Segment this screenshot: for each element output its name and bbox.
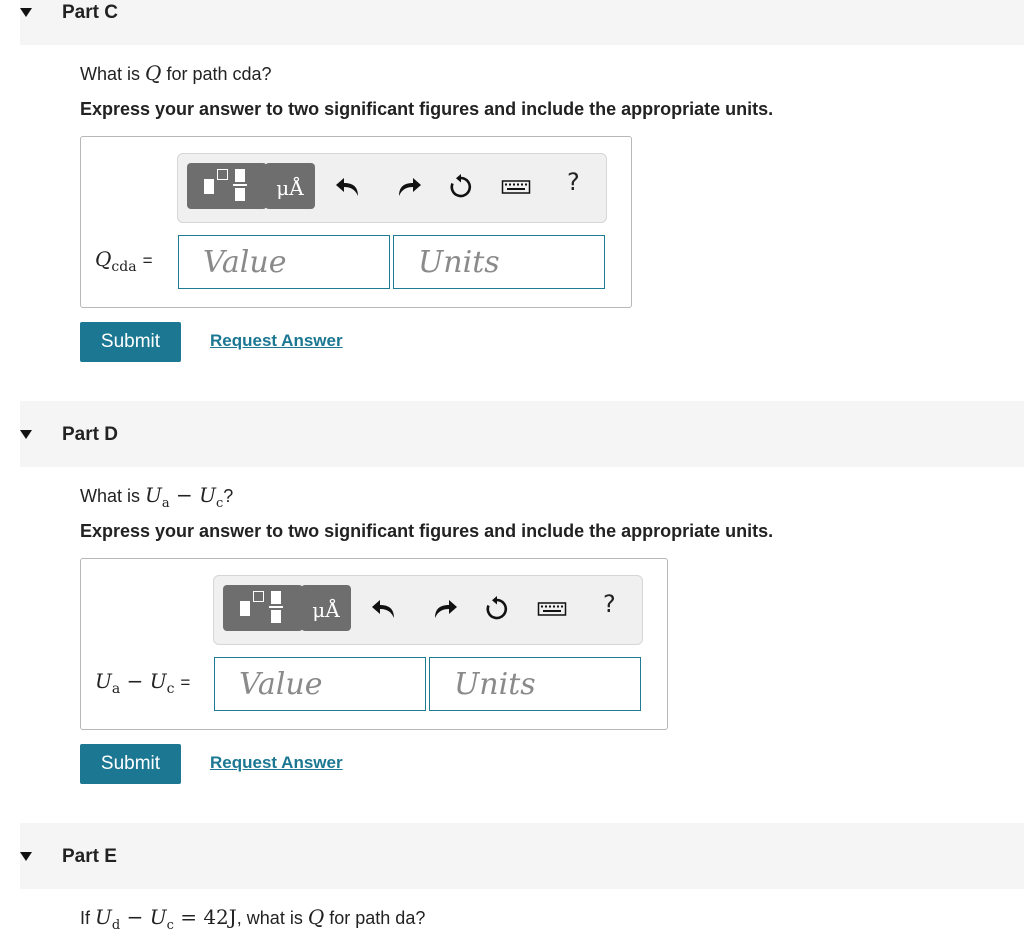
part-d-submit-button[interactable]: Submit (80, 744, 181, 784)
part-c-header[interactable] (20, 0, 1024, 45)
units-button[interactable]: μÅ (301, 585, 351, 631)
part-e-header[interactable] (20, 823, 1024, 889)
triangle-down-icon[interactable] (20, 852, 32, 861)
part-e-title: Part E (62, 846, 117, 867)
part-c-question: What is Q for path cda? (80, 61, 272, 85)
redo-icon[interactable] (393, 174, 423, 200)
part-d-instruction: Express your answer to two significant f… (80, 521, 774, 541)
part-c-variable-label: Qcda = (95, 247, 153, 275)
part-d-variable-label: Ua − Uc = (95, 669, 191, 697)
part-d-title: Part D (62, 424, 118, 445)
part-d-request-answer-link[interactable]: Request Answer (210, 753, 343, 773)
undo-icon[interactable] (370, 596, 400, 622)
units-button[interactable]: μÅ (265, 163, 315, 209)
part-d-value-input[interactable] (214, 657, 426, 711)
part-d-header[interactable] (20, 401, 1024, 467)
fraction-template-icon[interactable] (187, 163, 267, 209)
part-d-toolbar: μÅ ? (213, 575, 643, 645)
part-c-units-input[interactable] (393, 235, 605, 289)
part-c-value-input[interactable] (178, 235, 390, 289)
part-d-answer-box: μÅ ? Ua − Uc = (80, 558, 668, 730)
help-icon[interactable]: ? (567, 168, 580, 196)
redo-icon[interactable] (429, 596, 459, 622)
reset-icon[interactable] (446, 174, 476, 200)
part-c-instruction: Express your answer to two significant f… (80, 99, 774, 119)
keyboard-icon[interactable] (501, 174, 531, 200)
triangle-down-icon[interactable] (20, 430, 32, 439)
reset-icon[interactable] (482, 596, 512, 622)
part-c-toolbar: μÅ ? (177, 153, 607, 223)
undo-icon[interactable] (334, 174, 364, 200)
fraction-template-icon[interactable] (223, 585, 303, 631)
part-c-title: Part C (62, 2, 118, 23)
part-d-question: What is Ua − Uc? (80, 483, 234, 511)
part-c-request-answer-link[interactable]: Request Answer (210, 331, 343, 351)
part-c-submit-button[interactable]: Submit (80, 322, 181, 362)
part-e-question: If Ud − Uc = 42J, what is Q for path da? (80, 905, 426, 933)
help-icon[interactable]: ? (603, 590, 616, 618)
keyboard-icon[interactable] (537, 596, 567, 622)
part-c-answer-box: μÅ ? Qcda = (80, 136, 632, 308)
triangle-down-icon[interactable] (20, 8, 32, 17)
part-d-units-input[interactable] (429, 657, 641, 711)
